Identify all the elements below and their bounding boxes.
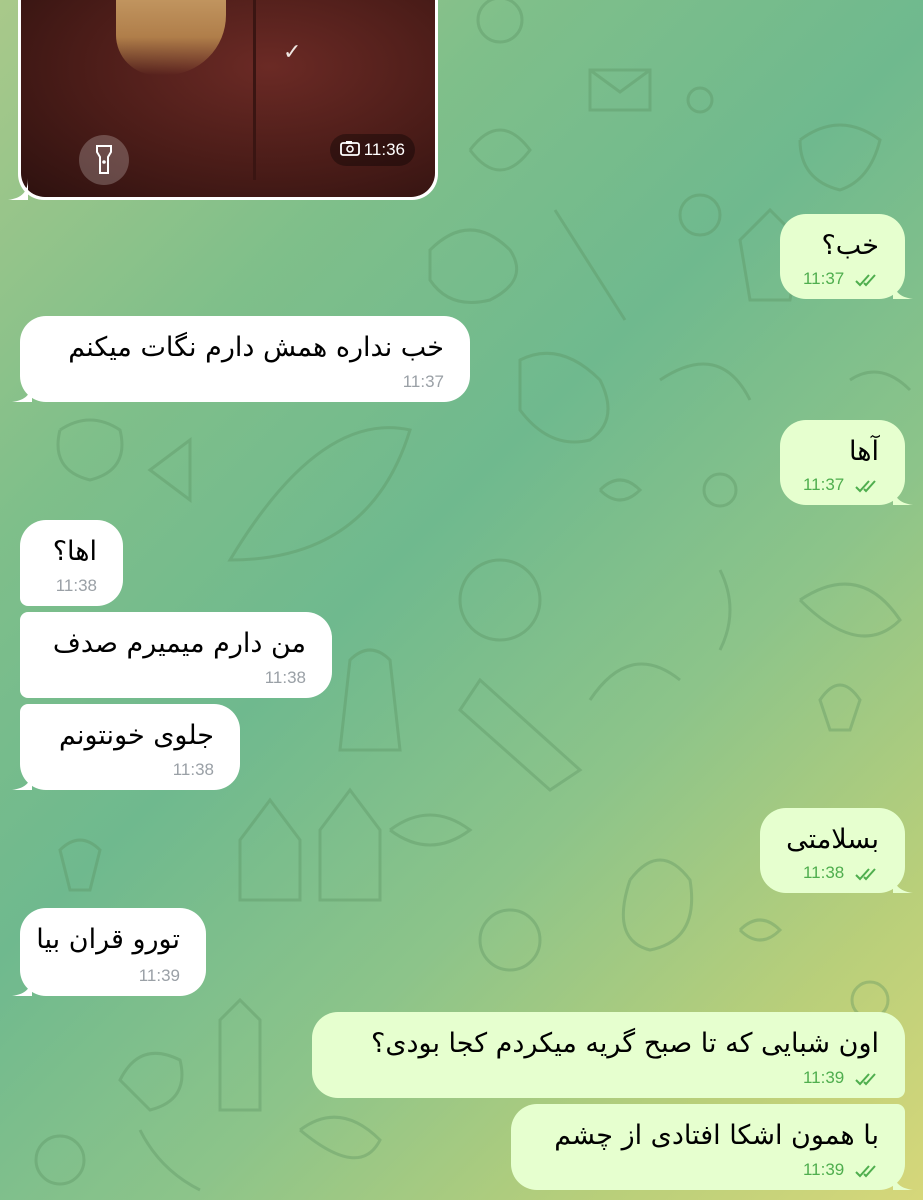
message-meta: 11:38 <box>803 863 879 883</box>
photo-thumbnail[interactable]: ✓ 11:36 <box>21 0 435 197</box>
message-time: 11:38 <box>172 760 214 779</box>
hair-shape <box>116 0 226 75</box>
message-bubble-incoming[interactable]: تورو قران بیا 11:39 <box>12 908 206 996</box>
logo-icon: ✓ <box>283 40 302 65</box>
message-text: خب؟ <box>821 230 879 261</box>
message-time: 11:38 <box>264 668 306 687</box>
double-check-icon <box>855 867 876 880</box>
message-text: جلوی خونتونم <box>58 720 214 751</box>
double-check-icon <box>855 1164 876 1177</box>
jacket-zipper <box>253 0 256 180</box>
double-check-icon <box>855 1072 876 1085</box>
message-meta: 11:39 <box>803 1068 879 1088</box>
double-check-icon <box>855 273 876 286</box>
message-bubble-outgoing[interactable]: بسلامتی 11:38 <box>760 808 913 893</box>
flashlight-icon[interactable] <box>79 135 129 185</box>
double-check-icon <box>855 479 876 492</box>
message-text: با همون اشکا افتادی از چشم <box>554 1120 879 1151</box>
message-text: تورو قران بیا <box>36 924 180 955</box>
message-meta: 11:37 <box>803 269 879 289</box>
message-time: 11:39 <box>138 966 180 985</box>
message-text: من دارم میمیرم صدف <box>52 628 306 659</box>
message-meta: 11:39 <box>803 1160 879 1180</box>
message-time: 11:37 <box>802 475 845 494</box>
camera-icon <box>339 140 360 161</box>
message-time: 11:38 <box>802 863 845 882</box>
message-bubble-incoming[interactable]: جلوی خونتونم 11:38 <box>12 704 240 790</box>
message-time: 11:39 <box>802 1068 845 1087</box>
message-bubble-outgoing[interactable]: خب؟ 11:37 <box>780 214 913 299</box>
message-text: خب نداره همش دارم نگات میکنم <box>68 332 444 363</box>
message-bubble-incoming[interactable]: خب نداره همش دارم نگات میکنم 11:37 <box>12 316 470 402</box>
message-text: اون شبایی که تا صبح گریه میکردم کجا بودی… <box>371 1028 879 1059</box>
photo-message[interactable]: ✓ 11:36 <box>8 0 438 200</box>
message-bubble-outgoing[interactable]: آها 11:37 <box>780 420 913 505</box>
message-text: اها؟ <box>52 536 97 567</box>
message-time: 11:37 <box>802 269 845 288</box>
message-bubble-outgoing[interactable]: با همون اشکا افتادی از چشم 11:39 <box>511 1104 913 1190</box>
message-meta: 11:37 <box>803 475 879 495</box>
message-text: بسلامتی <box>786 824 879 855</box>
message-time: 11:37 <box>402 372 444 391</box>
message-text: آها <box>849 436 879 467</box>
message-bubble-incoming[interactable]: اها؟ 11:38 <box>20 520 123 606</box>
message-bubble-incoming[interactable]: من دارم میمیرم صدف 11:38 <box>20 612 332 698</box>
media-timestamp: 11:36 <box>329 134 415 166</box>
media-time: 11:36 <box>363 140 405 159</box>
message-bubble-outgoing[interactable]: اون شبایی که تا صبح گریه میکردم کجا بودی… <box>312 1012 905 1098</box>
message-time: 11:38 <box>55 576 97 595</box>
message-time: 11:39 <box>802 1160 845 1179</box>
